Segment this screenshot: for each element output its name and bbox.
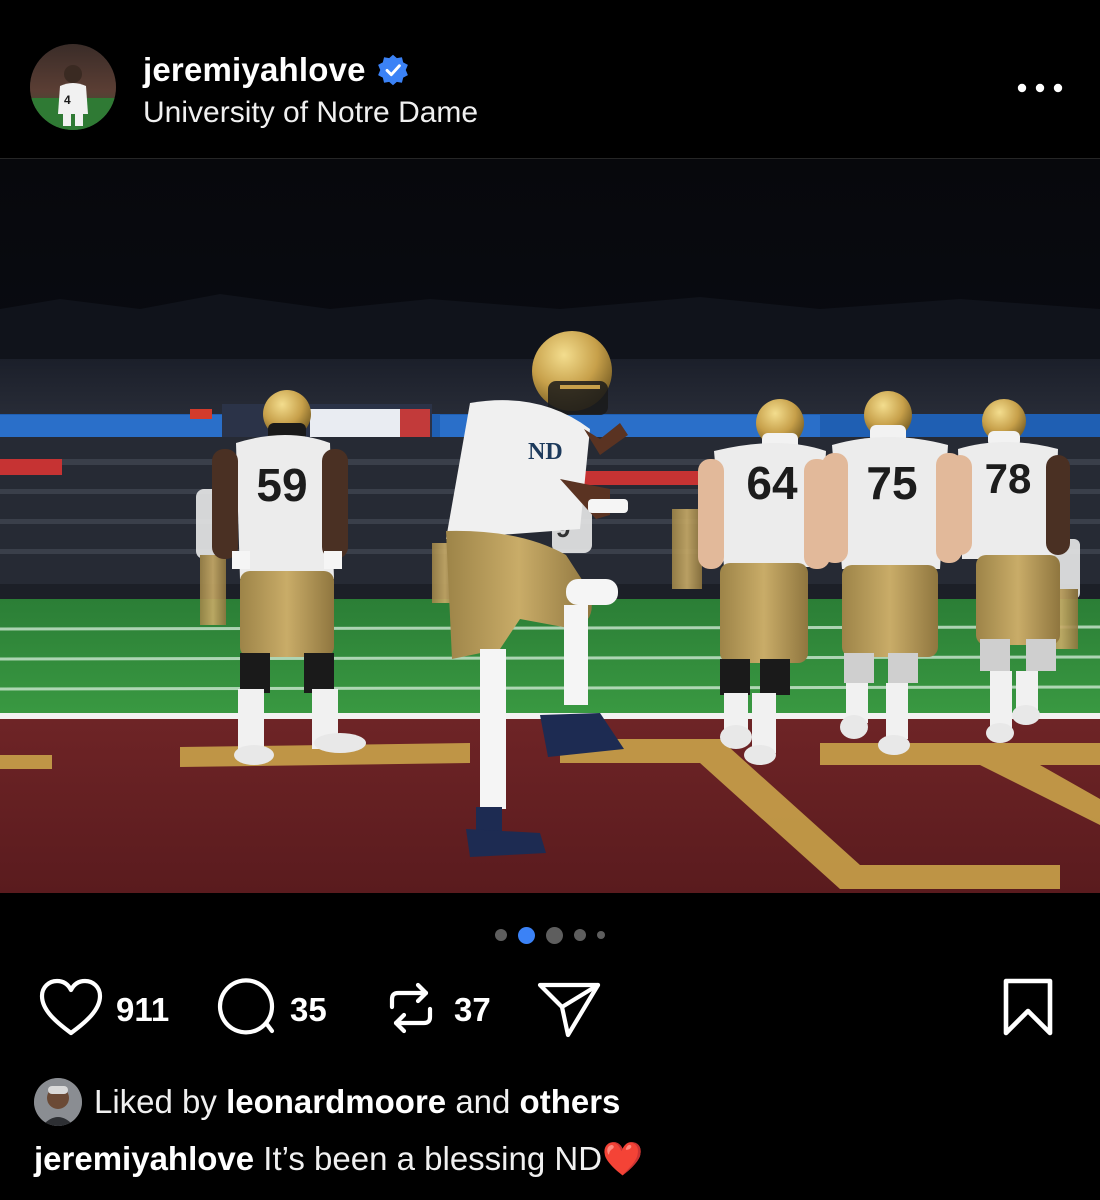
carousel-dot[interactable] — [495, 929, 507, 941]
liker-avatar[interactable] — [34, 1078, 82, 1126]
liked-by-others[interactable]: others — [520, 1083, 621, 1121]
post-location[interactable]: University of Notre Dame — [143, 96, 478, 130]
liked-by-connector: and — [455, 1083, 511, 1120]
liked-by-username[interactable]: leonardmoore — [226, 1083, 446, 1121]
liked-by-prefix: Liked by — [94, 1083, 217, 1120]
bookmark-icon[interactable] — [1000, 977, 1056, 1044]
author-row: jeremiyahlove — [143, 48, 410, 92]
more-options-icon[interactable] — [1010, 70, 1070, 106]
post-actions: 911 35 37 — [0, 975, 1100, 1045]
repost-count[interactable]: 37 — [454, 991, 491, 1029]
verified-badge-icon — [376, 53, 410, 87]
comment-count[interactable]: 35 — [290, 991, 327, 1029]
like-count[interactable]: 911 — [116, 991, 169, 1029]
caption: jeremiyahlove It’s been a blessing ND ❤️ — [34, 1134, 643, 1184]
comment-button[interactable]: 35 — [216, 975, 327, 1045]
jersey-number-78: 78 — [985, 455, 1032, 502]
liked-by-row: Liked by leonardmoore and others — [34, 1076, 620, 1128]
svg-text:4: 4 — [64, 93, 71, 107]
carousel-dot[interactable] — [597, 931, 605, 939]
caption-username[interactable]: jeremiyahlove — [34, 1140, 254, 1178]
carousel-indicator — [0, 925, 1100, 945]
like-button[interactable]: 911 — [38, 975, 169, 1045]
author-avatar[interactable]: 4 — [30, 44, 116, 130]
jersey-number-64: 64 — [746, 457, 798, 509]
post-header: 4 jeremiyahlove University of Notre Dame — [0, 0, 1100, 159]
post-photo[interactable]: 9 — [0, 159, 1100, 893]
caption-text: It’s been a blessing ND — [263, 1140, 603, 1177]
share-button[interactable] — [536, 975, 602, 1045]
repost-button[interactable]: 37 — [380, 975, 491, 1045]
author-username[interactable]: jeremiyahlove — [143, 51, 366, 89]
carousel-dot-active[interactable] — [518, 926, 535, 944]
share-icon[interactable] — [536, 977, 602, 1044]
svg-text:ND: ND — [528, 439, 563, 465]
save-button[interactable] — [1000, 975, 1056, 1045]
comment-icon[interactable] — [216, 977, 278, 1044]
heart-emoji: ❤️ — [602, 1139, 644, 1177]
jersey-number-75: 75 — [866, 457, 917, 509]
carousel-dot[interactable] — [574, 929, 586, 941]
heart-icon[interactable] — [38, 978, 104, 1043]
carousel-dot[interactable] — [546, 926, 563, 944]
jersey-number-59: 59 — [256, 459, 307, 511]
repost-icon[interactable] — [380, 977, 442, 1044]
